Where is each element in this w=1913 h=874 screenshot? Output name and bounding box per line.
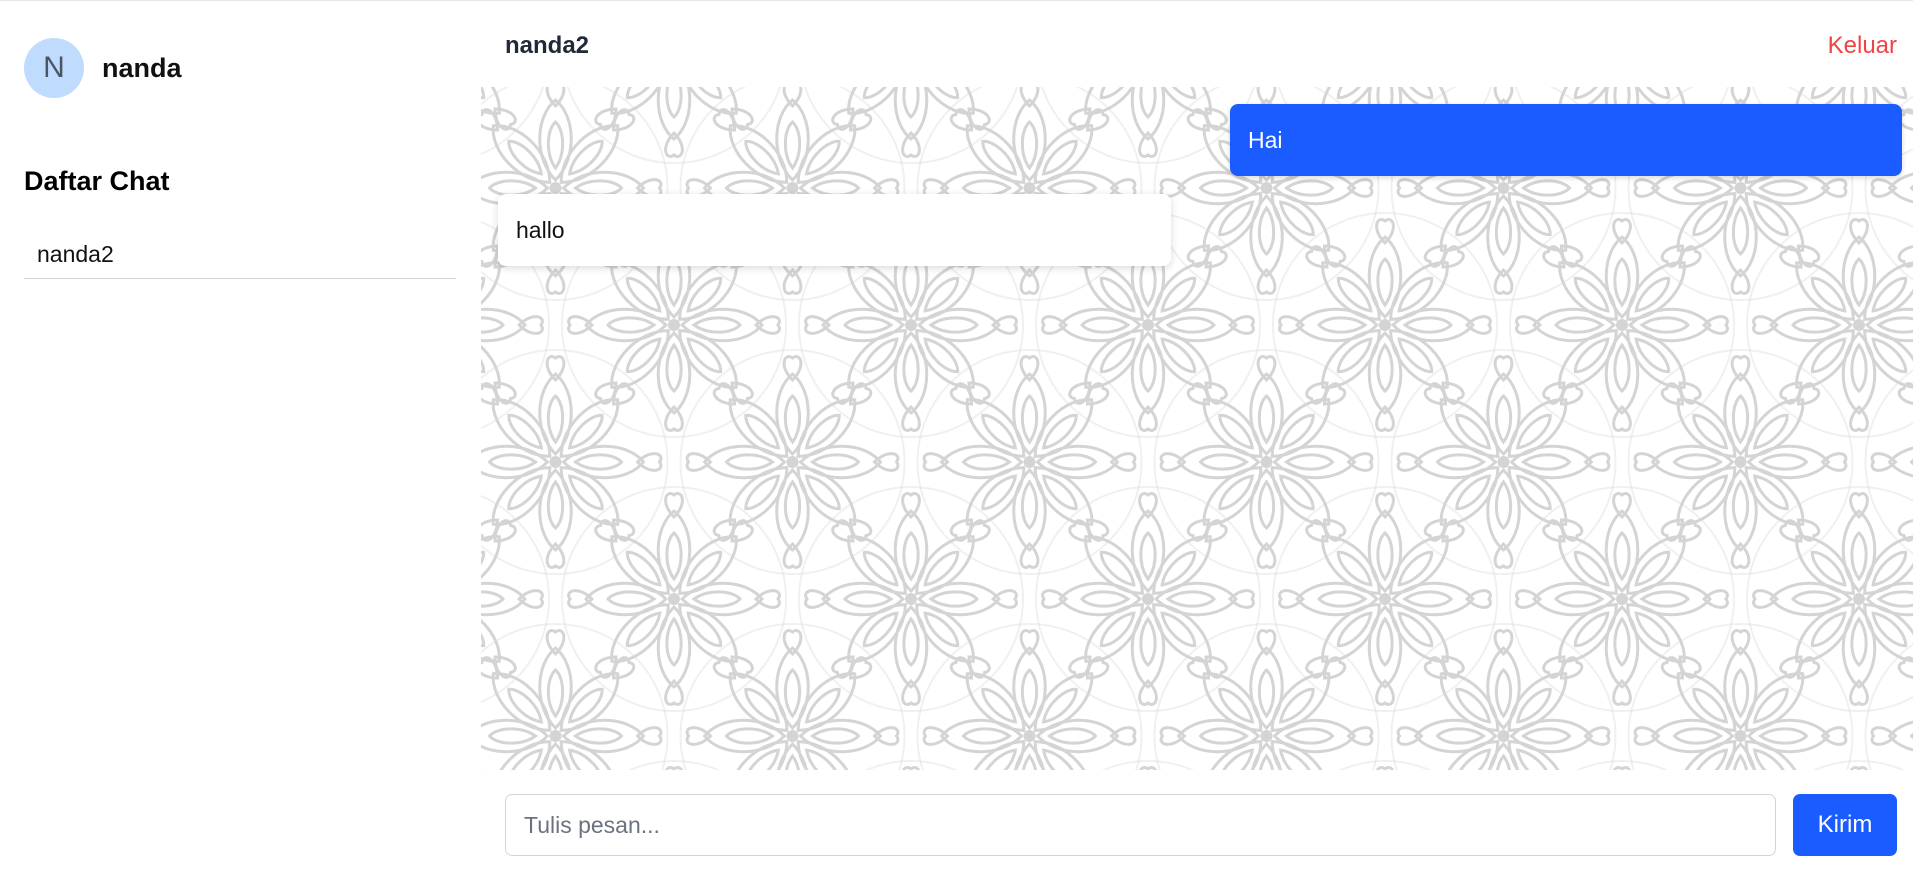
send-button[interactable]: Kirim [1793,794,1897,856]
chat-list-title: Daftar Chat [24,166,170,196]
background-pattern [481,87,1913,770]
message-area[interactable]: Hai hallo [481,87,1913,770]
chat-contact-name: nanda2 [505,32,590,59]
message-input[interactable] [505,794,1776,856]
chat-list-item[interactable]: nanda2 [24,230,456,279]
chat-header: nanda2 Keluar [481,1,1913,87]
user-profile: N nanda [24,38,182,98]
message-composer: Kirim [481,770,1913,874]
outgoing-message: Hai [1230,104,1902,176]
chat-list: nanda2 [24,230,456,279]
incoming-message: hallo [498,194,1171,266]
user-name: nanda [102,52,182,83]
avatar: N [24,38,84,98]
chat-panel: nanda2 Keluar Hai hallo Tulis pesan... K… [481,1,1913,874]
sidebar: N nanda Daftar Chat nanda2 [0,1,481,874]
logout-button[interactable]: Keluar [1828,32,1897,60]
